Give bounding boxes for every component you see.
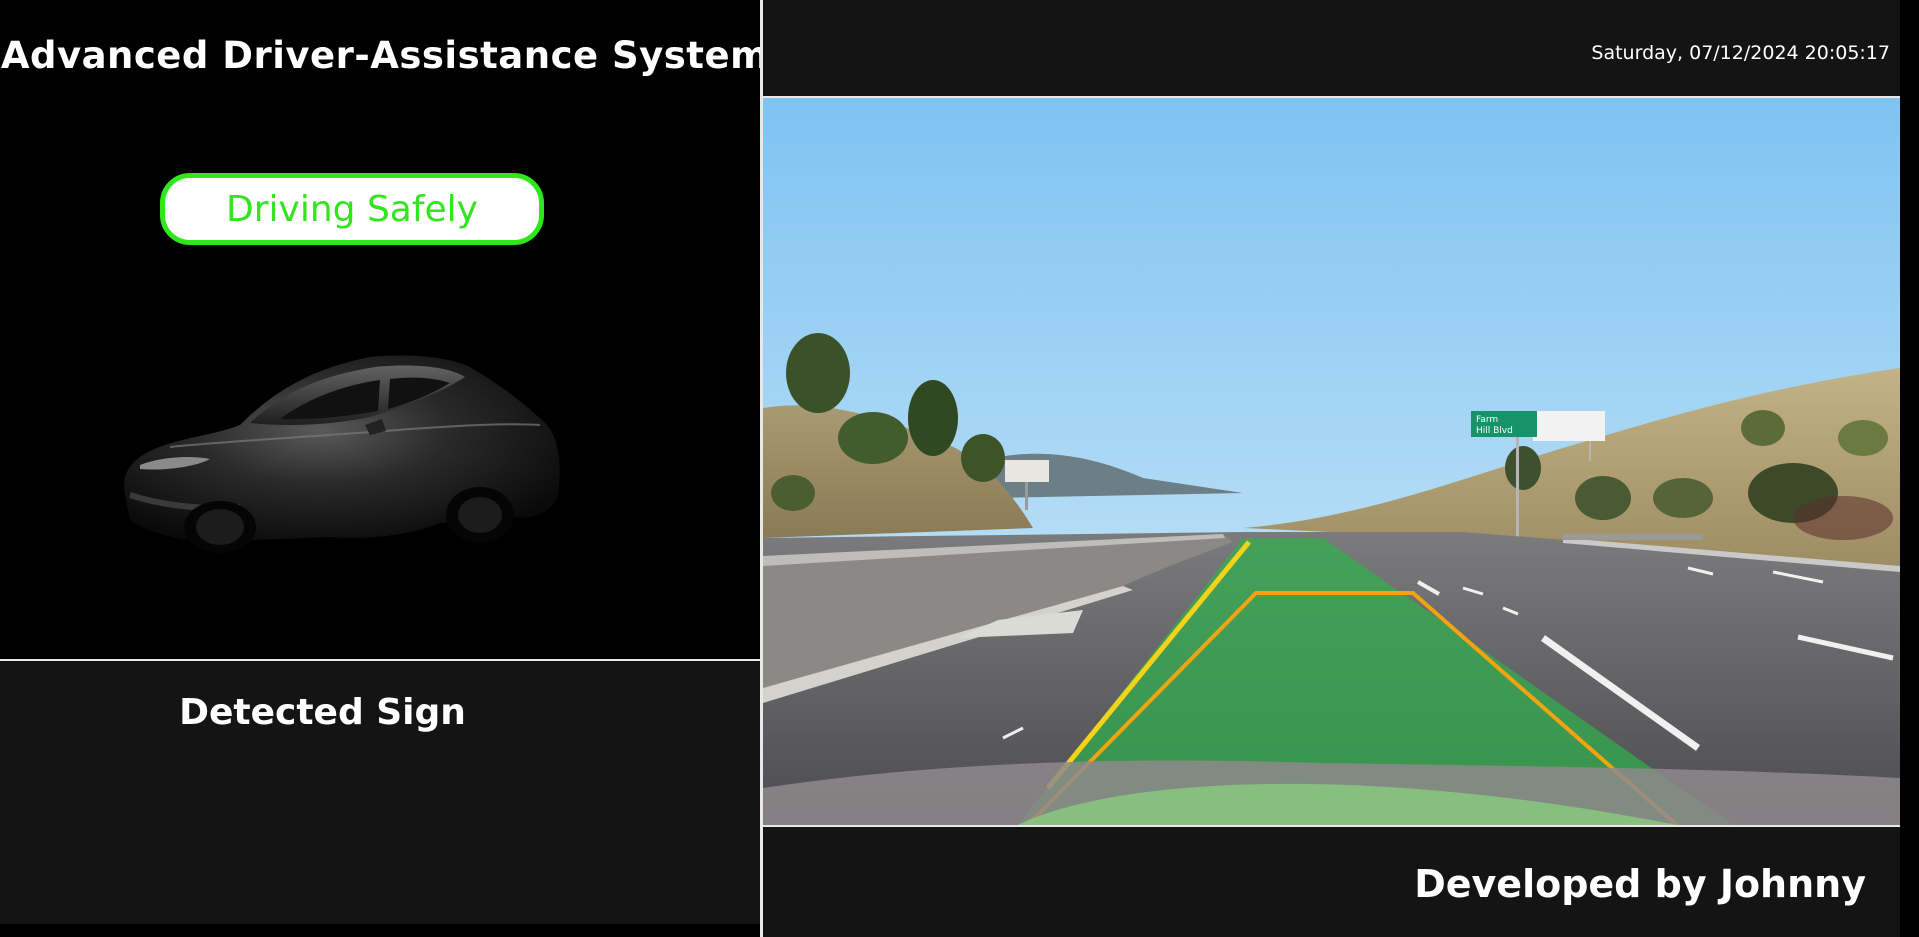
road-sign-line-2: Hill Blvd — [1476, 426, 1513, 436]
detected-sign-panel: Detected Sign — [0, 661, 760, 924]
video-frame: Farm Hill Blvd — [763, 96, 1900, 827]
camera-panel: Saturday, 07/12/2024 20:05:17 Farm Hill … — [763, 0, 1900, 937]
right-edge-strip — [1900, 0, 1919, 937]
detected-sign-heading: Detected Sign — [179, 692, 466, 733]
adas-dashboard: Advanced Driver-Assistance System Drivin… — [0, 0, 1919, 937]
driving-status-badge: Driving Safely — [160, 173, 544, 245]
status-panel: Advanced Driver-Assistance System Drivin… — [0, 0, 769, 659]
left-footer-strip — [0, 924, 760, 937]
developer-credit: Developed by Johnny — [1414, 862, 1866, 906]
car-image — [124, 355, 560, 553]
app-title: Advanced Driver-Assistance System — [0, 34, 770, 77]
road-sign-line-1: Farm — [1476, 415, 1498, 425]
lane-detection-video: Farm Hill Blvd — [763, 98, 1900, 825]
datetime-display: Saturday, 07/12/2024 20:05:17 — [1591, 42, 1890, 64]
